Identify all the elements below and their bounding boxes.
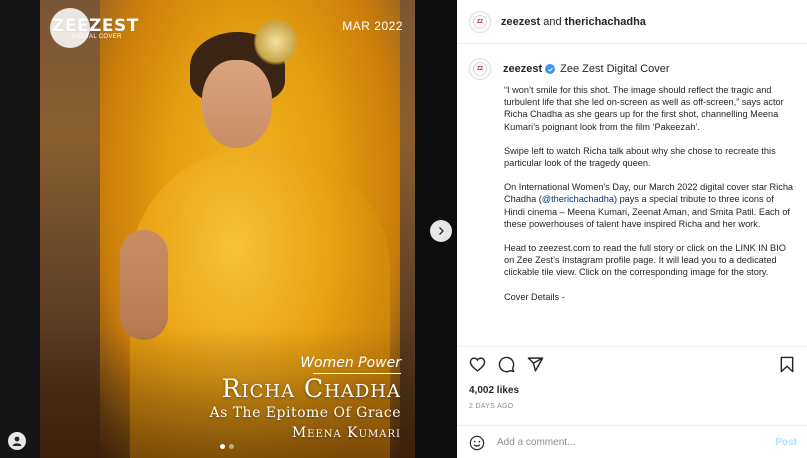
user-icon bbox=[12, 436, 22, 446]
caption-full-name: Zee Zest Digital Cover bbox=[560, 63, 670, 75]
profile-icon[interactable] bbox=[8, 432, 26, 450]
heart-icon[interactable] bbox=[469, 356, 486, 373]
avatar-logo: ZZ bbox=[473, 14, 487, 29]
account-link[interactable]: zeezest bbox=[501, 16, 540, 28]
comment-icon[interactable] bbox=[498, 356, 515, 373]
smiley-icon[interactable] bbox=[469, 435, 485, 451]
background-feed bbox=[0, 0, 40, 458]
caption-paragraph: “I won’t smile for this shot. The image … bbox=[504, 85, 784, 132]
avatar[interactable]: ZZ bbox=[469, 58, 491, 80]
action-bar bbox=[469, 356, 544, 373]
bookmark-icon bbox=[780, 356, 794, 373]
collaborator-link[interactable]: therichachadha bbox=[565, 16, 646, 28]
share-icon[interactable] bbox=[527, 356, 544, 373]
like-count[interactable]: 4,002 likes bbox=[469, 385, 519, 396]
post-owners: zeezest and therichachadha bbox=[501, 16, 646, 28]
cover-photo-hand bbox=[120, 230, 168, 340]
verified-badge-icon bbox=[545, 64, 556, 74]
caption-paragraph: Cover Details - bbox=[504, 291, 565, 302]
comment-box: Add a comment... Post bbox=[457, 425, 807, 458]
caption-header: ZZ zeezest Zee Zest Digital Cover bbox=[469, 58, 793, 80]
logo-subtitle: DIGITAL COVER bbox=[72, 34, 122, 40]
next-media-button[interactable] bbox=[430, 220, 452, 242]
cover-tagline: As The Epitome Of Grace bbox=[209, 405, 401, 421]
caption-scroll-area[interactable]: ZZ zeezest Zee Zest Digital Cover “I won… bbox=[457, 44, 807, 346]
carousel-dot bbox=[220, 444, 225, 449]
avatar[interactable]: ZZ bbox=[469, 10, 491, 33]
post-header: ZZ zeezest and therichachadha bbox=[457, 0, 807, 44]
post-detail-panel: ZZ zeezest and therichachadha ZZ zeezest… bbox=[457, 0, 807, 458]
mention-link[interactable]: @therichachadha bbox=[542, 194, 614, 204]
cover-photo-face bbox=[202, 60, 272, 148]
carousel-dot bbox=[229, 444, 234, 449]
post-date[interactable]: 2 DAYS AGO bbox=[469, 403, 514, 410]
carousel-indicator bbox=[220, 444, 234, 449]
comment-input[interactable]: Add a comment... bbox=[497, 437, 775, 448]
women-power-label: Women Power bbox=[300, 355, 401, 371]
post-comment-button[interactable]: Post bbox=[775, 437, 797, 448]
cover-subject: Meena Kumari bbox=[291, 425, 401, 441]
logo-word: ZEEZEST bbox=[52, 16, 139, 36]
save-button[interactable] bbox=[779, 356, 795, 378]
caption-text: “I won’t smile for this shot. The image … bbox=[504, 84, 794, 303]
avatar-logo: ZZ bbox=[473, 62, 487, 76]
cover-star-name: Richa Chadha bbox=[221, 374, 401, 403]
caption-paragraph: On International Women’s Day, our March … bbox=[504, 181, 794, 230]
joiner-text: and bbox=[543, 15, 562, 28]
post-actions: 4,002 likes 2 DAYS AGO Add a comment... … bbox=[457, 346, 807, 458]
post-media[interactable]: ZEEZEST DIGITAL COVER MAR 2022 Women Pow… bbox=[40, 0, 415, 458]
issue-date: MAR 2022 bbox=[342, 19, 403, 33]
cover-photo-jewellery bbox=[254, 18, 298, 66]
caption-author[interactable]: zeezest bbox=[503, 63, 542, 75]
caption-paragraph: Swipe left to watch Richa talk about why… bbox=[504, 145, 776, 169]
chevron-right-icon bbox=[439, 227, 444, 235]
zeezest-logo: ZEEZEST DIGITAL COVER bbox=[50, 8, 138, 50]
caption-paragraph: Head to zeezest.com to read the full sto… bbox=[504, 243, 786, 278]
